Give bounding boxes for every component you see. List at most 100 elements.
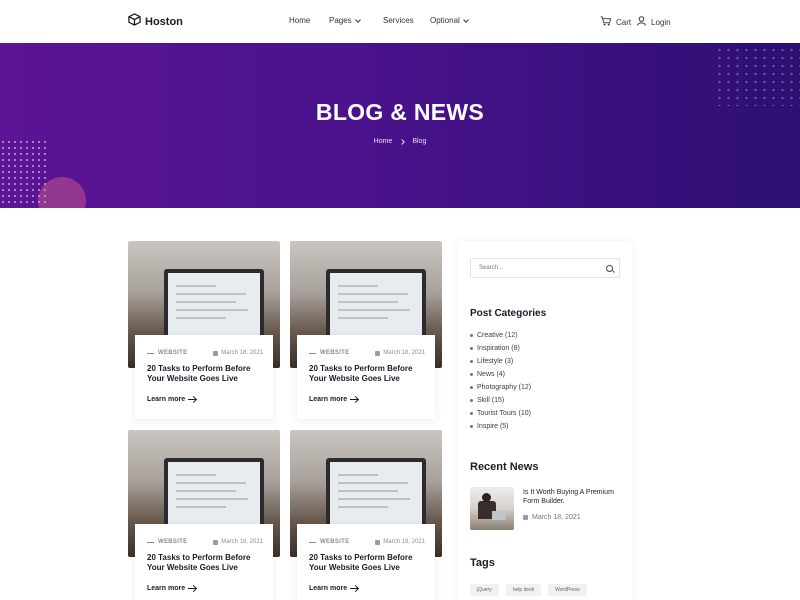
cube-icon [128,13,141,31]
bullet-icon [470,399,473,402]
login-link[interactable]: Login [637,16,671,28]
learn-more-label: Learn more [147,585,186,592]
post-category[interactable]: WEBSITE [158,350,187,356]
bullet-icon [470,334,473,337]
tags-heading: Tags [470,557,495,569]
category-item[interactable]: News (4) [470,368,531,381]
logo[interactable]: Hoston [128,13,183,31]
decorative-dots [715,46,800,106]
breadcrumb-home[interactable]: Home [374,138,393,145]
recent-news-thumbnail[interactable] [470,487,514,530]
category-label: Photography (12) [477,384,532,391]
calendar-icon [375,539,381,545]
category-item[interactable]: Tourist Tours (10) [470,407,531,420]
post-category[interactable]: WEBSITE [320,539,349,545]
category-item[interactable]: Inspire (5) [470,420,531,433]
search-icon[interactable] [606,265,613,272]
calendar-icon [375,350,381,356]
laptop-image [326,269,426,339]
nav-pages-label: Pages [329,16,352,25]
chevron-down-icon [462,16,469,23]
post-title[interactable]: 20 Tasks to Perform Before Your Website … [147,364,263,384]
category-label: Inspire (5) [477,423,509,430]
nav-home[interactable]: Home [289,16,310,25]
page-hero: BLOG & NEWS Home Blog [0,43,800,208]
arrow-right-icon [188,399,197,400]
post-date: March 18, 2021 [221,350,263,356]
post-card-body: WEBSITE March 18, 2021 20 Tasks to Perfo… [135,335,273,419]
post-category[interactable]: WEBSITE [320,350,349,356]
learn-more-link[interactable]: Learn more [147,585,197,592]
category-label: News (4) [477,371,506,378]
tag-item[interactable]: WordPress [548,584,587,596]
post-title[interactable]: 20 Tasks to Perform Before Your Website … [147,553,263,573]
nav-optional-label: Optional [430,16,460,25]
post-card-body: WEBSITE March 18, 2021 20 Tasks to Perfo… [297,524,435,600]
post-date: March 18, 2021 [221,539,263,545]
category-item[interactable]: Photography (12) [470,381,531,394]
laptop-image [326,458,426,528]
post-title[interactable]: 20 Tasks to Perform Before Your Website … [309,364,425,384]
learn-more-link[interactable]: Learn more [309,396,359,403]
blog-sidebar: Search... Post Categories Creative (12) … [458,241,632,600]
bullet-icon [470,360,473,363]
user-icon [637,16,646,28]
calendar-icon [213,350,219,356]
page-title: BLOG & NEWS [315,99,485,125]
news-image-laptop [492,511,506,520]
category-label: Lifestyle (3) [477,358,514,365]
cart-label: Cart [616,17,632,27]
cart-icon [600,16,612,28]
bullet-icon [470,425,473,428]
arrow-right-icon [350,588,359,589]
nav-services[interactable]: Services [383,16,414,25]
nav-services-label: Services [383,16,414,25]
cart-link[interactable]: Cart [600,16,631,28]
learn-more-link[interactable]: Learn more [147,396,197,403]
recent-news-date: March 18, 2021 [532,514,581,521]
breadcrumb-current: Blog [412,138,427,145]
tag-item[interactable]: jQuery [470,584,499,596]
category-item[interactable]: Creative (12) [470,329,531,342]
laptop-image [164,458,264,528]
calendar-icon [523,515,528,520]
tag-item[interactable]: help desk [505,584,542,596]
bullet-icon [470,373,473,376]
news-image-head [482,493,491,502]
search-placeholder: Search... [479,265,504,271]
search-input[interactable]: Search... [470,258,620,278]
recent-news-heading: Recent News [470,461,539,473]
post-date: March 18, 2021 [383,539,425,545]
recent-news-title[interactable]: Is It Worth Buying A Premium Form Builde… [523,488,623,506]
post-category[interactable]: WEBSITE [158,539,187,545]
logo-text: Hoston [145,16,183,28]
learn-more-link[interactable]: Learn more [309,585,359,592]
category-label: Inspiration (8) [477,345,520,352]
category-label: Skill (15) [477,397,505,404]
login-label: Login [651,17,671,27]
post-card-body: WEBSITE March 18, 2021 20 Tasks to Perfo… [135,524,273,600]
learn-more-label: Learn more [309,396,348,403]
category-list: Creative (12) Inspiration (8) Lifestyle … [470,329,531,433]
calendar-icon [213,539,219,545]
category-label: Creative (12) [477,332,518,339]
post-card-body: WEBSITE March 18, 2021 20 Tasks to Perfo… [297,335,435,419]
category-item[interactable]: Lifestyle (3) [470,355,531,368]
post-title[interactable]: 20 Tasks to Perform Before Your Website … [309,553,425,573]
bullet-icon [470,412,473,415]
nav-optional[interactable]: Optional [430,16,469,25]
bullet-icon [470,386,473,389]
chevron-right-icon [399,138,406,145]
chevron-down-icon [354,16,361,23]
category-label: Tourist Tours (10) [477,410,531,417]
arrow-right-icon [350,399,359,400]
learn-more-label: Learn more [147,396,186,403]
arrow-right-icon [188,588,197,589]
category-item[interactable]: Inspiration (8) [470,342,531,355]
nav-home-label: Home [289,16,311,25]
nav-pages[interactable]: Pages [329,16,361,25]
post-date: March 18, 2021 [383,350,425,356]
category-item[interactable]: Skill (15) [470,394,531,407]
laptop-image [164,269,264,339]
categories-heading: Post Categories [470,308,547,319]
